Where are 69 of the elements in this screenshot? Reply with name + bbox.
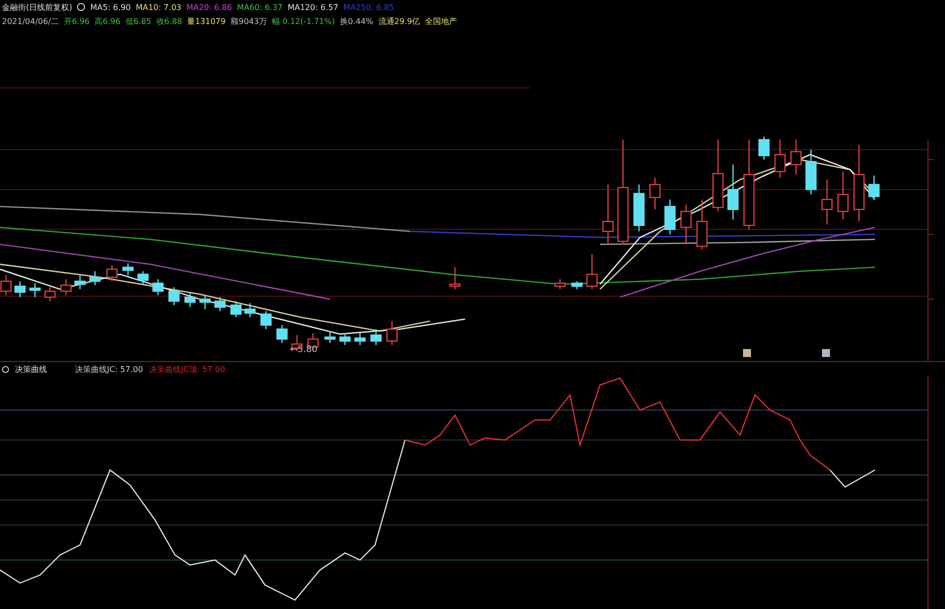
moving-average-reading: MA120: 6.57 xyxy=(288,2,338,12)
marker-icon xyxy=(743,349,751,357)
candlestick xyxy=(137,271,149,284)
candlestick xyxy=(664,199,676,234)
candlestick xyxy=(554,279,566,290)
quote-field: 低6.85 xyxy=(125,16,152,26)
candlestick xyxy=(44,287,56,302)
quote-field: 额9043万 xyxy=(230,16,267,26)
candlestick xyxy=(199,295,211,310)
moving-average-reading: MA5: 6.90 xyxy=(90,2,131,12)
quote-field: 收6.88 xyxy=(156,16,182,26)
candlestick xyxy=(168,287,180,306)
candlestick xyxy=(649,178,661,210)
candlestick xyxy=(821,180,833,224)
marker-icon xyxy=(822,349,830,357)
candlestick xyxy=(680,204,692,244)
quote-field: 2021/04/06/二 xyxy=(2,16,59,26)
quote-field: 换0.44% xyxy=(340,16,374,26)
moving-average-reading: MA60: 6.37 xyxy=(236,2,283,12)
candlestick xyxy=(774,140,786,178)
candlestick xyxy=(152,279,164,296)
candlestick xyxy=(837,172,849,220)
candlestick xyxy=(449,267,461,290)
candlestick xyxy=(89,271,101,286)
candlestick xyxy=(727,164,739,220)
moving-average-reading: MA10: 7.03 xyxy=(136,2,182,12)
indicator-title: 决策曲线 xyxy=(15,364,47,374)
indicator-reading: 决策曲线JC顶: 57.00 xyxy=(149,364,226,374)
candlestick xyxy=(230,301,242,318)
quote-field: 高6.96 xyxy=(94,16,120,26)
candlestick xyxy=(386,321,398,346)
candlestick xyxy=(712,140,724,212)
candlestick xyxy=(633,184,645,232)
candlestick xyxy=(214,297,226,312)
indicator-reading: 决策曲线JC: 57.00 xyxy=(75,364,144,374)
candlestick xyxy=(790,140,802,175)
candlestick xyxy=(602,184,614,244)
candlestick xyxy=(339,333,351,346)
quote-field: 流通29.9亿 xyxy=(378,16,420,26)
low-price-label: ←5.80 xyxy=(290,345,318,356)
candlestick xyxy=(868,176,880,200)
candlestick xyxy=(0,275,12,296)
moving-average-reading: MA250: 6.85 xyxy=(343,2,394,12)
moving-average-reading: MA20: 6.86 xyxy=(186,2,232,12)
candlestick xyxy=(184,293,196,308)
candlestick xyxy=(276,325,288,344)
candlestick xyxy=(74,275,86,290)
candlestick xyxy=(354,333,366,346)
candlestick xyxy=(370,329,382,346)
candlestick xyxy=(758,136,770,160)
candlestick xyxy=(106,265,118,282)
candlestick xyxy=(586,254,598,290)
candlestick xyxy=(805,150,817,194)
candlestick xyxy=(122,263,134,276)
candlestick xyxy=(696,199,708,250)
candlestick xyxy=(244,303,256,318)
quote-field: 量131079 xyxy=(187,16,226,26)
stock-title: 金融街(日线前复权) xyxy=(2,2,72,12)
candlestick xyxy=(571,281,583,290)
quote-field: 幅 0.12(-1.71%) xyxy=(272,16,335,26)
candlestick xyxy=(29,283,41,298)
circle-icon xyxy=(2,366,9,372)
quote-field: 全国地产 xyxy=(425,16,458,26)
candlestick xyxy=(14,281,26,298)
circle-icon xyxy=(77,3,86,11)
candlestick xyxy=(260,311,272,330)
quote-field: 开6.96 xyxy=(64,16,90,26)
candlestick xyxy=(324,331,336,344)
candlestick xyxy=(60,279,72,296)
